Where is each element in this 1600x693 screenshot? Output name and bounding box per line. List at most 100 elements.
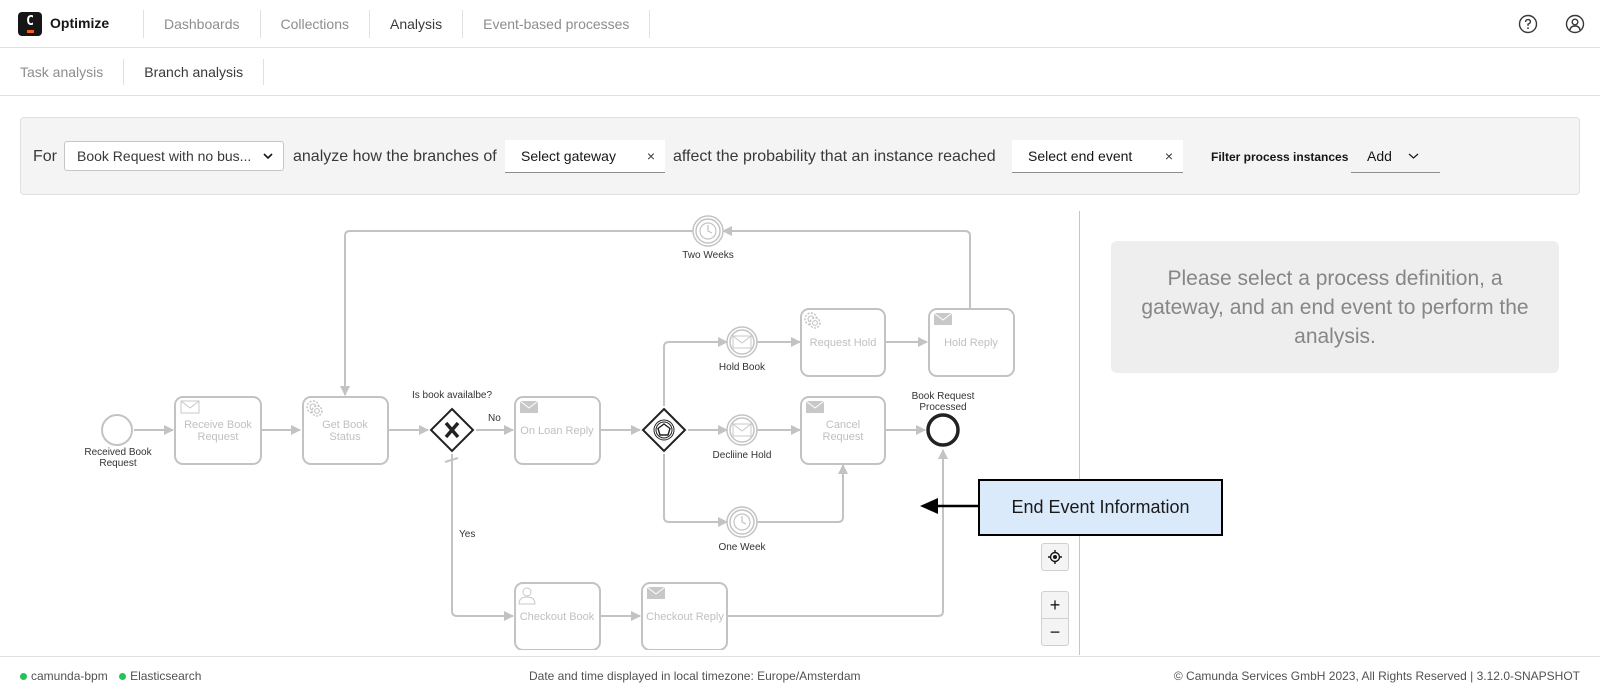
envelope-icon	[519, 400, 539, 414]
connection-label: camunda-bpm	[31, 669, 108, 683]
camunda-logo[interactable]: C	[18, 12, 42, 36]
chevron-down-icon	[1408, 153, 1419, 159]
affect-label: affect the probability that an instance …	[673, 148, 996, 165]
event-label-decline-hold: Decliine Hold	[713, 450, 772, 461]
clear-end-event-icon[interactable]: ×	[1165, 140, 1173, 172]
analysis-tabs: Task analysis Branch analysis	[0, 59, 265, 85]
logo-accent	[27, 30, 34, 33]
end-event-select-field[interactable]: Select end event ×	[1012, 140, 1183, 173]
task-label: Request	[823, 431, 864, 443]
envelope-icon	[805, 400, 825, 414]
task-get-book-status[interactable]: Get Book Status	[302, 396, 389, 465]
flow-checkoutreply-end	[727, 449, 948, 617]
timer-event-two-weeks[interactable]	[692, 215, 724, 247]
analyze-label: analyze how the branches of	[293, 148, 497, 165]
zoom-in-button[interactable]: +	[1041, 591, 1069, 619]
flow-eventgateway-holdbook	[663, 337, 728, 406]
end-event-information-callout: End Event Information	[978, 479, 1223, 536]
panel-divider[interactable]	[1079, 211, 1080, 655]
clear-gateway-icon[interactable]: ×	[647, 140, 655, 172]
flow-oneweek-cancel	[757, 464, 848, 523]
start-event-label-line1: Received Book	[84, 447, 152, 458]
message-event-decline-hold[interactable]	[726, 414, 758, 446]
process-definition-value: Book Request with no bus...	[77, 148, 252, 164]
tab-task-analysis[interactable]: Task analysis	[0, 59, 125, 85]
task-label: Request	[198, 431, 239, 443]
connection-elasticsearch: Elasticsearch	[119, 669, 201, 683]
gateway-label: Is book availalbe?	[412, 390, 492, 401]
task-cancel-request[interactable]: Cancel Request	[800, 396, 886, 465]
flow-label-no: No	[488, 413, 501, 424]
task-label: Get Book	[322, 419, 368, 431]
task-label: Status	[329, 431, 361, 443]
chevron-down-icon	[263, 153, 273, 160]
for-label: For	[33, 148, 57, 165]
gateway-select-field[interactable]: Select gateway ×	[505, 140, 665, 173]
task-label: Cancel	[826, 419, 860, 431]
task-checkout-book[interactable]: Checkout Book	[514, 582, 601, 650]
nav-dashboards[interactable]: Dashboards	[144, 10, 261, 38]
task-label: Receive Book	[184, 419, 252, 431]
tab-branch-analysis[interactable]: Branch analysis	[124, 59, 265, 85]
timer-event-one-week[interactable]	[726, 506, 758, 538]
task-label: Checkout Book	[520, 611, 595, 623]
end-event-book-request-processed[interactable]	[926, 413, 960, 447]
flow-label-yes: Yes	[459, 529, 475, 540]
crosshair-icon	[1048, 550, 1062, 564]
copyright: © Camunda Services GmbH 2023, All Rights…	[1173, 669, 1580, 683]
event-label-hold-book: Hold Book	[719, 362, 766, 373]
flow-twoweeks-getstatus	[340, 230, 693, 396]
envelope-icon	[646, 586, 666, 600]
logo-letter: C	[26, 14, 34, 29]
app-name[interactable]: Optimize	[50, 15, 109, 31]
branch-analysis-controls: For Book Request with no bus... analyze …	[20, 117, 1580, 195]
filter-process-instances-label: Filter process instances	[1211, 150, 1349, 164]
analysis-instructions-message: Please select a process definition, a ga…	[1111, 241, 1559, 373]
bpmn-diagram[interactable]: No Yes Received Book Request Receive Boo…	[20, 210, 1080, 650]
event-label-two-weeks: Two Weeks	[682, 250, 734, 261]
callout-arrow	[920, 498, 980, 514]
task-request-hold[interactable]: Request Hold	[800, 308, 886, 377]
task-receive-book-request[interactable]: Receive Book Request	[174, 396, 262, 465]
start-event-label-line2: Request	[99, 458, 136, 469]
connection-camunda-bpm: camunda-bpm	[20, 669, 108, 683]
message-event-hold-book[interactable]	[726, 326, 758, 358]
user-profile-icon[interactable]	[1565, 14, 1585, 34]
flow-eventgateway-oneweek	[663, 454, 728, 527]
event-label-one-week: One Week	[718, 542, 766, 553]
task-checkout-reply[interactable]: Checkout Reply	[641, 582, 728, 650]
connection-status-list: camunda-bpm Elasticsearch	[20, 669, 201, 683]
nav-collections[interactable]: Collections	[261, 10, 370, 38]
end-event-label-line2: Processed	[919, 402, 966, 413]
footer: camunda-bpm Elasticsearch Date and time …	[0, 656, 1600, 693]
status-dot-icon	[20, 673, 27, 680]
help-icon[interactable]	[1518, 14, 1538, 34]
task-hold-reply[interactable]: Hold Reply	[928, 308, 1015, 377]
flow-holdreply-twoweeks	[722, 226, 971, 308]
event-based-gateway[interactable]	[641, 407, 687, 453]
connection-label: Elasticsearch	[130, 669, 202, 683]
nav-event-based-processes[interactable]: Event-based processes	[463, 10, 651, 38]
zoom-out-button[interactable]: −	[1041, 618, 1069, 646]
analysis-sub-navigation: Task analysis Branch analysis	[0, 48, 1600, 96]
task-label: Request Hold	[810, 337, 877, 349]
process-definition-select[interactable]: Book Request with no bus...	[64, 141, 284, 171]
add-filter-button[interactable]: Add	[1351, 140, 1440, 173]
top-navigation-bar: C Optimize Dashboards Collections Analys…	[0, 0, 1600, 48]
exclusive-gateway-is-book-available[interactable]	[429, 407, 475, 453]
end-event-placeholder: Select end event	[1028, 148, 1133, 164]
end-event-label-line1: Book Request	[912, 391, 975, 402]
envelope-icon	[933, 312, 953, 326]
status-dot-icon	[119, 673, 127, 680]
gateway-placeholder: Select gateway	[521, 148, 616, 164]
task-label: Checkout Reply	[646, 611, 724, 623]
add-filter-label: Add	[1367, 148, 1392, 164]
nav-analysis[interactable]: Analysis	[370, 10, 464, 38]
reset-view-button[interactable]	[1041, 543, 1069, 571]
timezone-info: Date and time displayed in local timezon…	[529, 669, 861, 683]
task-label: Hold Reply	[944, 337, 998, 349]
task-label: On Loan Reply	[520, 425, 594, 437]
start-event-received-book-request[interactable]	[101, 414, 133, 446]
main-nav: Dashboards Collections Analysis Event-ba…	[143, 10, 651, 38]
task-on-loan-reply[interactable]: On Loan Reply	[514, 396, 601, 465]
